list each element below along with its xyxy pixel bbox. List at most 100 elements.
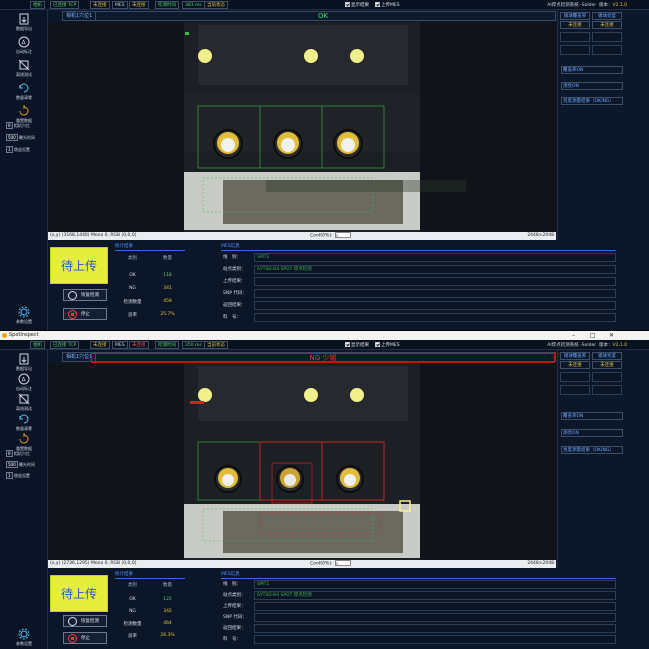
reset-data-icon xyxy=(19,433,29,444)
stop-button[interactable]: 停止 xyxy=(63,308,107,320)
ng-label: NG xyxy=(129,286,136,291)
stats-divider xyxy=(115,250,185,251)
tcp-status: 已连接 TCP xyxy=(50,1,80,9)
sidebar-auto-annotate-label-2: 自动标注 xyxy=(16,386,32,391)
auto-annotate-icon: A xyxy=(18,373,30,385)
brightness-box-2 xyxy=(592,45,622,55)
mes-part-field[interactable] xyxy=(254,313,616,322)
mes-line-field-2[interactable]: SMT1 xyxy=(254,580,616,589)
camera-slot-field-2[interactable]: 0 相机穴位 xyxy=(6,450,42,457)
mes-part-field-2[interactable] xyxy=(254,635,616,644)
gear-icon xyxy=(18,306,30,318)
settings-button[interactable]: 参数设置 xyxy=(2,306,46,325)
show-result-checkbox-2[interactable]: 显示结果 xyxy=(345,342,369,348)
mes-snp-row: SNP 代码： xyxy=(221,289,616,298)
mes-snp-field[interactable] xyxy=(254,289,616,298)
minimize-button[interactable]: – xyxy=(572,331,575,340)
sidebar-export-2[interactable]: 数据导出 xyxy=(4,353,44,372)
pixel-coords: (x,y) (3168,1440) Mono 0, RGB (0,0,0) xyxy=(50,233,137,238)
mes-title-2: MES信息 xyxy=(221,572,240,577)
maximize-button[interactable]: □ xyxy=(590,331,596,340)
mes-site-field-2[interactable]: SYTSD-B4 SPOT 焊点检测 xyxy=(254,591,616,600)
inspection-image-2 xyxy=(48,363,556,560)
conf-input-2[interactable] xyxy=(334,560,351,566)
sidebar-auto-annotate-2[interactable]: A 自动标注 xyxy=(4,373,44,392)
mes-line-label-2: 线 别： xyxy=(223,582,241,587)
upload-mes-label: 上传MES xyxy=(381,3,400,8)
conf-control-2: Conf(0%): xyxy=(310,560,351,569)
mes-connection-2: 未连接 xyxy=(129,341,149,349)
sidebar-export[interactable]: 数据导出 xyxy=(4,13,44,32)
mes-upload-field-2[interactable] xyxy=(254,602,616,611)
gain-field-2[interactable]: 1 增益设置 xyxy=(6,472,42,479)
total-count: 459 xyxy=(163,299,172,304)
sidebar-offline-test-label-2: 离线测试 xyxy=(16,406,32,411)
mes-return-row: 返回结果： xyxy=(221,301,616,310)
exposure-field[interactable]: 500 曝光时间 xyxy=(6,134,42,141)
settings-button-2[interactable]: 参数设置 xyxy=(2,628,46,647)
image-viewer[interactable] xyxy=(48,22,556,232)
resume-button[interactable]: 恢复检测 xyxy=(63,289,107,301)
sidebar-reset-count[interactable]: 数量清零 xyxy=(4,82,44,101)
app-title: AI焊点检测系统 -Solder 版本：V2.1.0 xyxy=(547,2,627,8)
stats-divider-2 xyxy=(115,578,185,579)
coverage-value: 未连接 xyxy=(560,21,590,29)
exposure-field-2[interactable]: 500 曝光时间 xyxy=(6,461,42,468)
mes-snp-field-2[interactable] xyxy=(254,613,616,622)
camera-slot-value[interactable]: 0 xyxy=(6,122,13,129)
exposure-value[interactable]: 500 xyxy=(6,134,18,141)
exposure-value-2[interactable]: 500 xyxy=(6,461,18,468)
svg-text:A: A xyxy=(22,377,27,384)
conf-control: Conf(0%): xyxy=(310,232,351,241)
show-result-checkbox[interactable]: 显示结果 xyxy=(345,2,369,8)
sidebar-auto-annotate[interactable]: A 自动标注 xyxy=(4,36,44,55)
auto-annotate-icon: A xyxy=(18,36,30,48)
conf-input[interactable] xyxy=(334,232,351,238)
conf-label-2: Conf(0%): xyxy=(310,561,333,567)
mes-line-field[interactable]: SMT1 xyxy=(254,253,616,262)
image-viewer-2[interactable] xyxy=(48,363,556,560)
mes-divider-2 xyxy=(221,578,616,579)
stop-button-2[interactable]: 停止 xyxy=(63,632,107,644)
mes-upload-row-2: 上传结果： xyxy=(221,602,616,611)
mes-return-label-2: 返回结果： xyxy=(223,626,246,631)
mes-upload-row: 上传结果： xyxy=(221,277,616,286)
coverage-box-2-2 xyxy=(560,385,590,395)
resume-button-2[interactable]: 恢复检测 xyxy=(63,615,107,627)
upload-mes-checkbox[interactable]: 上传MES xyxy=(375,2,400,8)
mes-connection: 未连接 xyxy=(129,1,149,9)
mes-return-field[interactable] xyxy=(254,301,616,310)
gain-field[interactable]: 1 增益设置 xyxy=(6,146,42,153)
close-button[interactable]: ✕ xyxy=(609,331,614,340)
brightness-value: 未连接 xyxy=(592,21,622,29)
sidebar-offline-test-2[interactable]: 离线测试 xyxy=(4,393,44,412)
gain-value[interactable]: 1 xyxy=(6,146,13,153)
ok-label-2: OK xyxy=(129,597,136,602)
app-name-2: AI焊点检测系统 -Solder xyxy=(547,343,597,348)
detect-time-value: 383 ms xyxy=(182,1,205,9)
mes-upload-field[interactable] xyxy=(254,277,616,286)
app-title-2: AI焊点检测系统 -Solder 版本：V2.1.0 xyxy=(547,342,627,348)
brightness-on-label-2: 测亮ON xyxy=(561,429,623,437)
upload-status-button[interactable]: 待上传 xyxy=(50,247,108,284)
stats-title: 统计结果 xyxy=(115,244,133,249)
camera-slot-value-2[interactable]: 0 xyxy=(6,450,13,457)
brightness-header-2: 锡球亮度 xyxy=(592,352,622,360)
ng-label-2: NG xyxy=(129,609,136,614)
brightness-box-1 xyxy=(592,32,622,42)
camera-slot-label: 相机穴位 xyxy=(13,123,30,128)
upload-mes-checkbox-2[interactable]: 上传MES xyxy=(375,342,400,348)
upload-status-button-2[interactable]: 待上传 xyxy=(50,575,108,612)
total-label-2: 检测数量 xyxy=(123,622,142,627)
sidebar-reset-count-2[interactable]: 数量清零 xyxy=(4,413,44,432)
mes-return-field-2[interactable] xyxy=(254,624,616,633)
mes-title: MES信息 xyxy=(221,244,240,249)
mes-site-field[interactable]: SYTSD-B4 SPOT 焊点检测 xyxy=(254,265,616,274)
sidebar-auto-annotate-label: 自动标注 xyxy=(16,49,32,54)
mes-upload-label-2: 上传结果： xyxy=(223,604,246,609)
pixel-coords-2: (x,y) (2736,1295) Mono 0, RGB (0,0,0) xyxy=(50,561,137,566)
image-info-bar-2: (x,y) (2736,1295) Mono 0, RGB (0,0,0) Co… xyxy=(48,560,556,568)
sidebar-offline-test[interactable]: 离线测试 xyxy=(4,59,44,78)
camera-slot-field[interactable]: 0 相机穴位 xyxy=(6,122,42,129)
gain-value-2[interactable]: 1 xyxy=(6,472,13,479)
